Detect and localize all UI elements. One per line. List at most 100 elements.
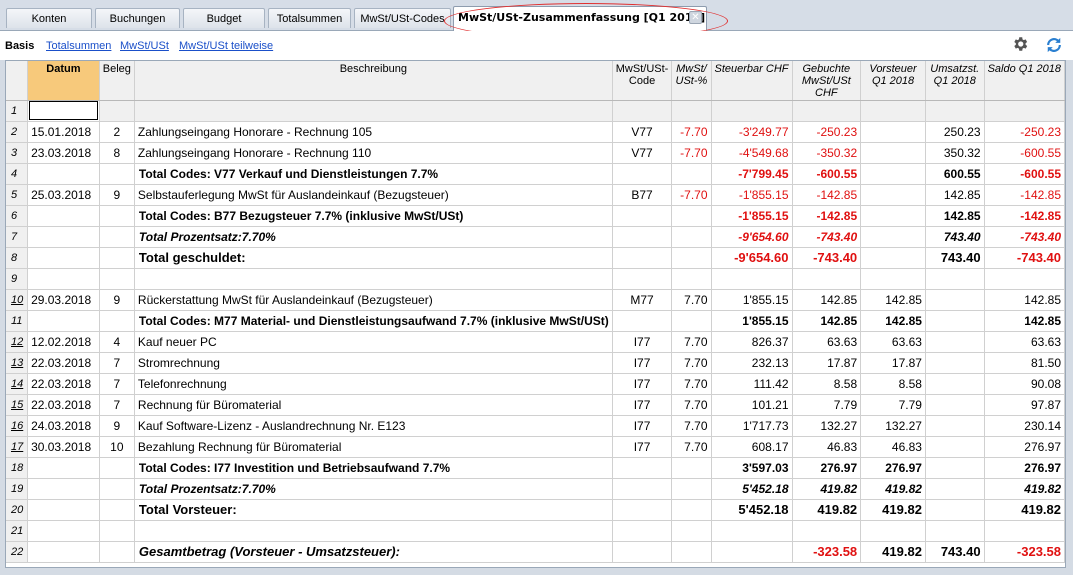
cell-pct[interactable] — [671, 478, 712, 500]
cell-pct[interactable] — [671, 247, 712, 269]
cell-beschreibung[interactable]: Total Prozentsatz:7.70% — [134, 226, 613, 248]
cell-code[interactable] — [612, 226, 673, 248]
view-totalsummen[interactable]: Totalsummen — [46, 40, 111, 52]
cell-datum[interactable] — [27, 520, 100, 542]
cell-umsatz[interactable]: 350.32 — [925, 142, 985, 164]
cell-vorsteuer[interactable] — [860, 121, 926, 143]
cell-steuerbar[interactable] — [711, 520, 793, 542]
cell-umsatz[interactable] — [925, 394, 985, 416]
cell-vorsteuer[interactable] — [860, 100, 926, 122]
cell-beschreibung[interactable]: Total Codes: I77 Investition und Betrieb… — [134, 457, 613, 479]
cell-pct[interactable] — [671, 520, 712, 542]
row-number[interactable]: 1 — [6, 100, 29, 122]
cell-datum[interactable]: 30.03.2018 — [27, 436, 100, 458]
cell-gebucht[interactable]: 63.63 — [792, 331, 862, 353]
cell-vorsteuer[interactable]: 419.82 — [860, 541, 926, 563]
cell-umsatz[interactable] — [925, 499, 985, 521]
cell-umsatz[interactable] — [925, 352, 985, 374]
cell-datum[interactable]: 24.03.2018 — [27, 415, 100, 437]
cell-vorsteuer[interactable]: 46.83 — [860, 436, 926, 458]
cell-code[interactable] — [612, 310, 673, 332]
cell-datum[interactable] — [27, 205, 100, 227]
cell-beleg[interactable] — [99, 478, 135, 500]
cell-code[interactable]: I77 — [612, 415, 673, 437]
cell-steuerbar[interactable]: 1'855.15 — [711, 289, 793, 311]
cell-vorsteuer[interactable]: 8.58 — [860, 373, 926, 395]
cell-steuerbar[interactable]: -9'654.60 — [711, 226, 793, 248]
cell-gebucht[interactable]: 17.87 — [792, 352, 862, 374]
cell-beleg[interactable]: 8 — [99, 142, 135, 164]
cell-datum[interactable] — [27, 541, 100, 563]
cell-datum[interactable]: 23.03.2018 — [27, 142, 100, 164]
cell-datum[interactable] — [27, 268, 100, 290]
cell-umsatz[interactable] — [925, 100, 985, 122]
cell-saldo[interactable]: 97.87 — [984, 394, 1066, 416]
cell-pct[interactable] — [671, 163, 712, 185]
cell-beschreibung[interactable]: Total Codes: M77 Material- und Dienstlei… — [134, 310, 613, 332]
cell-beleg[interactable]: 9 — [99, 184, 135, 206]
cell-gebucht[interactable]: 132.27 — [792, 415, 862, 437]
cell-beschreibung[interactable]: Zahlungseingang Honorare - Rechnung 105 — [134, 121, 613, 143]
cell-beschreibung[interactable]: Zahlungseingang Honorare - Rechnung 110 — [134, 142, 613, 164]
cell-code[interactable]: I77 — [612, 331, 673, 353]
cell-gebucht[interactable]: 419.82 — [792, 478, 862, 500]
cell-steuerbar[interactable]: 101.21 — [711, 394, 793, 416]
cell-datum[interactable] — [27, 163, 100, 185]
cell-pct[interactable]: 7.70 — [671, 331, 712, 353]
cell-datum[interactable]: 12.02.2018 — [27, 331, 100, 353]
cell-code[interactable] — [612, 499, 673, 521]
cell-pct[interactable] — [671, 100, 712, 122]
cell-beleg[interactable] — [99, 310, 135, 332]
cell-steuerbar[interactable]: 1'855.15 — [711, 310, 793, 332]
cell-gebucht[interactable]: -743.40 — [792, 247, 862, 269]
cell-gebucht[interactable]: -350.32 — [792, 142, 862, 164]
cell-datum[interactable] — [27, 310, 100, 332]
cell-beschreibung[interactable]: Total Codes: B77 Bezugsteuer 7.7% (inklu… — [134, 205, 613, 227]
cell-code[interactable] — [612, 520, 673, 542]
cell-umsatz[interactable]: 142.85 — [925, 205, 985, 227]
cell-saldo[interactable]: -323.58 — [984, 541, 1066, 563]
cell-beleg[interactable]: 7 — [99, 352, 135, 374]
cell-beleg[interactable] — [99, 247, 135, 269]
cell-saldo[interactable]: -142.85 — [984, 184, 1066, 206]
cell-code[interactable] — [612, 541, 673, 563]
cell-code[interactable]: I77 — [612, 373, 673, 395]
cell-vorsteuer[interactable]: 419.82 — [860, 499, 926, 521]
cell-code[interactable]: I77 — [612, 352, 673, 374]
cell-umsatz[interactable]: 743.40 — [925, 541, 985, 563]
cell-saldo[interactable]: -142.85 — [984, 205, 1066, 227]
cell-umsatz[interactable]: 743.40 — [925, 247, 985, 269]
cell-pct[interactable]: 7.70 — [671, 394, 712, 416]
cell-code[interactable]: B77 — [612, 184, 673, 206]
row-number[interactable]: 16 — [6, 415, 29, 437]
row-number[interactable]: 6 — [6, 205, 29, 227]
cell-steuerbar[interactable]: 111.42 — [711, 373, 793, 395]
row-number[interactable]: 8 — [6, 247, 29, 269]
cell-beschreibung[interactable]: Kauf Software-Lizenz - Auslandrechnung N… — [134, 415, 613, 437]
cell-gebucht[interactable]: 276.97 — [792, 457, 862, 479]
cell-pct[interactable]: 7.70 — [671, 352, 712, 374]
cell-datum[interactable] — [27, 457, 100, 479]
cell-steuerbar[interactable]: -1'855.15 — [711, 205, 793, 227]
cell-code[interactable] — [612, 247, 673, 269]
cell-pct[interactable] — [671, 499, 712, 521]
cell-gebucht[interactable] — [792, 268, 862, 290]
cell-datum[interactable]: 15.01.2018 — [27, 121, 100, 143]
col-header-steuerbar[interactable]: Steuerbar CHF — [711, 61, 793, 101]
cell-datum[interactable]: 29.03.2018 — [27, 289, 100, 311]
cell-gebucht[interactable]: 419.82 — [792, 499, 862, 521]
cell-steuerbar[interactable] — [711, 100, 793, 122]
cell-pct[interactable] — [671, 541, 712, 563]
cell-steuerbar[interactable]: 232.13 — [711, 352, 793, 374]
cell-steuerbar[interactable]: -1'855.15 — [711, 184, 793, 206]
gear-icon[interactable] — [1011, 35, 1029, 53]
cell-pct[interactable]: 7.70 — [671, 415, 712, 437]
cell-vorsteuer[interactable]: 63.63 — [860, 331, 926, 353]
cell-gebucht[interactable]: -600.55 — [792, 163, 862, 185]
cell-saldo[interactable]: -250.23 — [984, 121, 1066, 143]
cell-gebucht[interactable]: 46.83 — [792, 436, 862, 458]
col-header-gebucht[interactable]: Gebuchte MwSt/USt CHF — [792, 61, 862, 101]
cell-code[interactable] — [612, 163, 673, 185]
cell-saldo[interactable]: -600.55 — [984, 142, 1066, 164]
cell-steuerbar[interactable] — [711, 268, 793, 290]
